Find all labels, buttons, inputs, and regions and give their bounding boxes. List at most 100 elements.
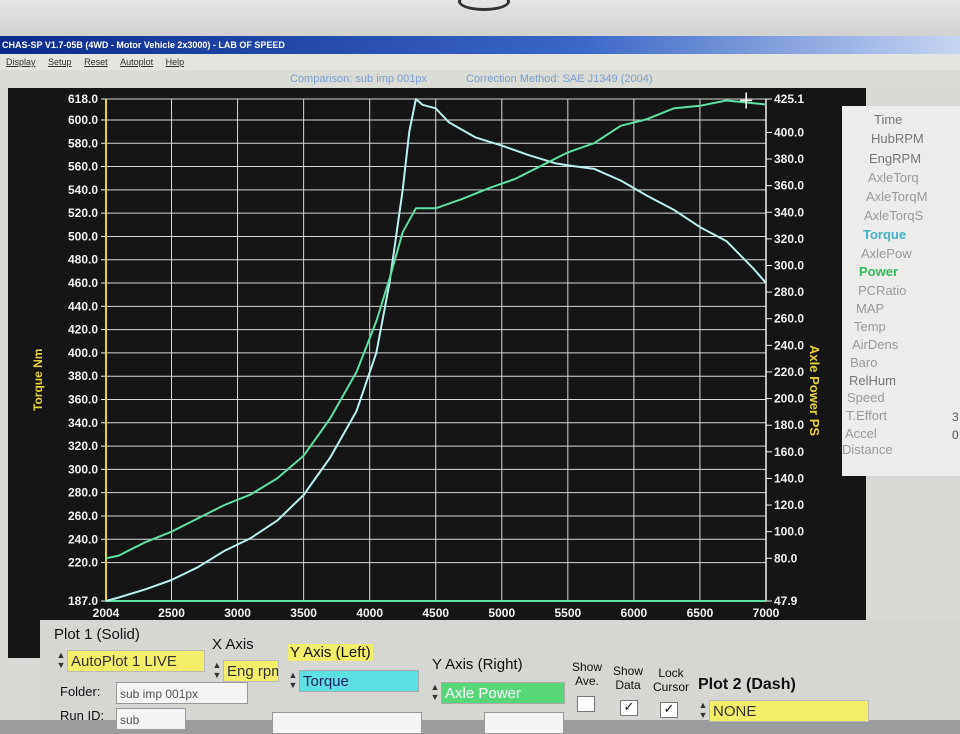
menu-display[interactable]: Display [6, 57, 36, 67]
left-tick-label: 280.0 [68, 486, 98, 500]
plot1-label: Plot 1 (Solid) [54, 626, 140, 643]
right-tick-label: 360.0 [774, 179, 804, 193]
monitor-bezel [0, 0, 960, 40]
accel-value: 0 [952, 428, 959, 442]
param-hubrpm[interactable]: HubRPM [871, 131, 924, 146]
show-data-checkbox[interactable]: ✓ [620, 700, 638, 716]
xaxis-label: X Axis [212, 636, 254, 653]
left-tick-label: 300.0 [68, 462, 98, 476]
left-tick-label: 600.0 [68, 113, 98, 127]
yleft-select[interactable]: Torque [299, 670, 419, 692]
folder-input[interactable]: sub imp 001px [116, 682, 248, 704]
right-tick-label: 140.0 [774, 471, 804, 485]
param-accel[interactable]: Accel [845, 426, 877, 441]
param-pcratio[interactable]: PCRatio [858, 283, 906, 298]
xaxis-select[interactable]: Eng rpm [223, 660, 279, 682]
param-time[interactable]: Time [874, 112, 902, 127]
left-tick-label: 260.0 [68, 509, 98, 523]
plot1-spinner[interactable]: ▲ ▼ [56, 650, 66, 672]
window-title: CHAS-SP V1.7-05B (4WD - Motor Vehicle 2x… [0, 36, 960, 54]
correction-text: Correction Method: SAE J1349 (2004) [466, 73, 653, 85]
x-tick-label: 6000 [621, 606, 648, 619]
xaxis-spinner[interactable]: ▲ ▼ [212, 660, 222, 682]
param-axletorqm[interactable]: AxleTorqM [866, 189, 927, 204]
menu-autoplot[interactable]: Autoplot [120, 57, 153, 67]
folder-label: Folder: [60, 684, 101, 699]
teffort-value: 3 [952, 410, 959, 424]
show-ave-label: Show Ave. [571, 660, 603, 688]
left-tick-label: 500.0 [68, 229, 98, 243]
param-torque[interactable]: Torque [863, 227, 906, 242]
left-tick-label: 618.0 [68, 92, 98, 106]
right-tick-label: 240.0 [774, 338, 804, 352]
left-tick-label: 440.0 [68, 299, 98, 313]
left-tick-label: 480.0 [68, 253, 98, 267]
yright-select[interactable]: Axle Power [441, 682, 565, 704]
right-tick-label: 160.0 [774, 445, 804, 459]
left-tick-label: 220.0 [68, 556, 98, 570]
x-tick-label: 2500 [158, 606, 185, 619]
x-tick-label: 3500 [290, 606, 317, 619]
param-speed[interactable]: Speed [847, 390, 885, 405]
right-tick-label: 380.0 [774, 152, 804, 166]
monitor-logo [458, 0, 510, 11]
x-tick-label: 4000 [356, 606, 383, 619]
menu-help[interactable]: Help [166, 57, 185, 67]
param-axletorqs[interactable]: AxleTorqS [864, 208, 923, 223]
param-relhum[interactable]: RelHum [849, 373, 896, 388]
right-tick-label: 200.0 [774, 392, 804, 406]
left-axis: 618.0 600.0 580.0 560.0 540.0 520.0 500.0 480.0… [68, 92, 107, 608]
param-distance[interactable]: Distance [842, 442, 893, 457]
runid-input[interactable]: sub [116, 708, 186, 730]
dyno-chart[interactable]: 618.0 600.0 580.0 560.0 540.0 520.0 500.0 480.0… [14, 91, 862, 619]
param-axlepow[interactable]: AxlePow [861, 246, 912, 261]
menu-reset[interactable]: Reset [84, 57, 108, 67]
right-tick-label: 220.0 [774, 365, 804, 379]
show-data-label: Show Data [612, 664, 644, 692]
yright-label: Y Axis (Right) [432, 656, 523, 673]
x-tick-label: 5000 [488, 606, 515, 619]
runid-label: Run ID: [60, 708, 105, 723]
param-teffort[interactable]: T.Effort [846, 408, 887, 423]
blank-field-1[interactable] [272, 712, 422, 734]
param-temp[interactable]: Temp [854, 319, 886, 334]
left-tick-label: 520.0 [68, 206, 98, 220]
x-tick-label: 3000 [224, 606, 251, 619]
show-ave-checkbox[interactable] [577, 696, 595, 712]
left-tick-label: 400.0 [68, 346, 98, 360]
blank-field-2[interactable] [484, 712, 564, 734]
param-axletorq[interactable]: AxleTorq [868, 170, 919, 185]
x-tick-label: 2004 [93, 606, 120, 619]
param-engrpm[interactable]: EngRPM [869, 151, 921, 166]
left-tick-label: 240.0 [68, 532, 98, 546]
lock-cursor-label: Lock Cursor [652, 666, 689, 694]
right-tick-label: 120.0 [774, 498, 804, 512]
right-tick-label: 100.0 [774, 525, 804, 539]
yright-spinner[interactable]: ▲ ▼ [430, 682, 440, 704]
plot2-label: Plot 2 (Dash) [698, 676, 796, 693]
left-tick-label: 320.0 [68, 439, 98, 453]
yleft-spinner[interactable]: ▲ ▼ [288, 670, 298, 692]
param-map[interactable]: MAP [856, 301, 884, 316]
left-tick-label: 360.0 [68, 393, 98, 407]
right-tick-label: 280.0 [774, 285, 804, 299]
param-baro[interactable]: Baro [850, 355, 877, 370]
param-airdens[interactable]: AirDens [852, 337, 898, 352]
plot2-select[interactable]: NONE [709, 700, 869, 722]
parameter-list: Time HubRPM EngRPM AxleTorq AxleTorqM Ax… [842, 106, 960, 476]
plot1-select[interactable]: AutoPlot 1 LIVE [67, 650, 205, 672]
menu-setup[interactable]: Setup [48, 57, 72, 67]
left-axis-label: Torque Nm [31, 349, 45, 411]
menu-bar: Display Setup Reset Autoplot Help [0, 54, 960, 70]
plot2-spinner[interactable]: ▲ ▼ [698, 700, 708, 722]
param-power[interactable]: Power [859, 264, 898, 279]
yleft-label: Y Axis (Left) [288, 644, 373, 661]
right-tick-label: 180.0 [774, 418, 804, 432]
lock-cursor-checkbox[interactable]: ✓ [660, 702, 678, 718]
right-axis: 425.1 400.0 380.0 360.0 340.0 320.0 300.0 280.0… [765, 92, 804, 608]
right-tick-label: 340.0 [774, 205, 804, 219]
control-panel: Plot 1 (Solid) ▲ ▼ AutoPlot 1 LIVE X Axis… [40, 620, 960, 734]
right-tick-label: 320.0 [774, 232, 804, 246]
x-tick-label: 4500 [422, 606, 449, 619]
left-tick-label: 420.0 [68, 323, 98, 337]
